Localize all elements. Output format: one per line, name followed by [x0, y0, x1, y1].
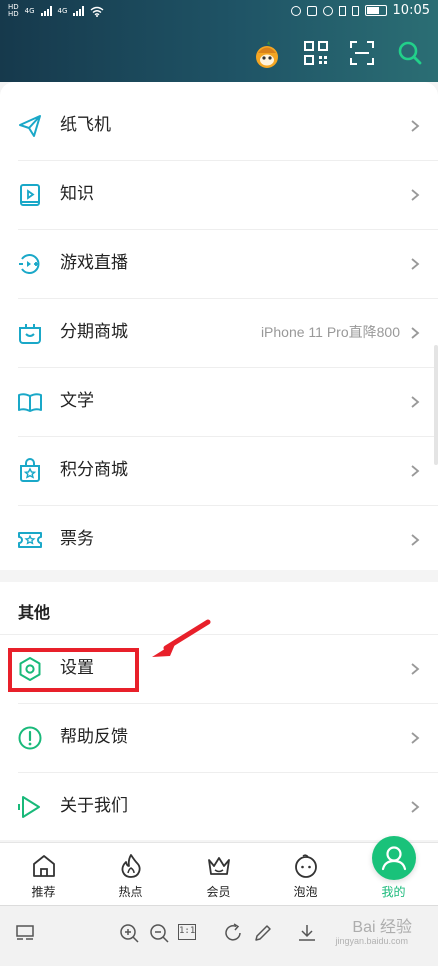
tab-mine-button[interactable]: [372, 836, 416, 880]
tab-label: 泡泡: [293, 885, 318, 899]
chevron-right-icon: [411, 189, 420, 201]
watermark-text: Bai 经验: [352, 919, 412, 936]
app-header: HD HD 4G 4G 10:05: [0, 0, 438, 82]
alarm-icon: [322, 5, 333, 16]
signal-icon: [73, 6, 85, 16]
tab-recommend[interactable]: 推荐: [0, 843, 87, 905]
menu-item-label: 分期商城: [60, 322, 128, 342]
menu-item-label: 帮助反馈: [60, 727, 128, 747]
promo-text: iPhone 11 Pro直降800: [260, 324, 400, 340]
nfc-icon: [306, 5, 317, 16]
tab-label: 我的: [381, 885, 406, 899]
bubble-face-icon: [295, 854, 317, 878]
section-title-other: 其他: [18, 603, 51, 622]
status-time: 10:05: [392, 3, 430, 18]
thumbnail-icon[interactable]: [14, 922, 36, 944]
help-icon: [18, 726, 42, 750]
hd-label: HD: [8, 10, 19, 18]
download-icon[interactable]: [296, 922, 318, 944]
chevron-right-icon: [411, 465, 420, 477]
status-bar: HD HD 4G 4G 10:05: [0, 0, 438, 24]
battery-icon: [364, 5, 387, 16]
qr-code-icon[interactable]: [303, 40, 329, 66]
about-icon: [18, 796, 40, 818]
chevron-right-icon: [411, 663, 420, 675]
flame-icon: [121, 854, 141, 878]
literature-book-icon: [18, 393, 42, 412]
menu-item-label: 知识: [60, 184, 94, 204]
knowledge-book-icon: [20, 184, 40, 206]
watermark-subtext: jingyan.baidu.com: [335, 936, 408, 946]
sim2-label: 4G: [57, 6, 68, 15]
menu-item-label: 关于我们: [60, 796, 128, 816]
menu-item-about[interactable]: 关于我们: [0, 772, 438, 841]
tab-label: 推荐: [31, 885, 56, 899]
points-mall-icon: [20, 458, 40, 482]
sim1-label: 4G: [24, 6, 35, 15]
rotate-icon[interactable]: [222, 922, 244, 944]
ticket-icon: [18, 532, 42, 548]
annotation-highlight-box: [8, 648, 139, 692]
avatar-icon[interactable]: [252, 40, 282, 70]
menu-item-game-live[interactable]: 游戏直播: [0, 229, 438, 298]
chevron-right-icon: [411, 801, 420, 813]
chevron-right-icon: [411, 120, 420, 132]
actual-size-icon[interactable]: 1:1: [178, 924, 196, 940]
paper-plane-icon: [19, 115, 41, 137]
bluetooth-icon: [338, 5, 346, 16]
menu-item-label: 票务: [60, 529, 94, 549]
menu-item-tickets[interactable]: 票务: [0, 505, 438, 574]
scan-icon[interactable]: [349, 40, 375, 66]
chevron-right-icon: [411, 396, 420, 408]
headset-icon: [290, 5, 301, 16]
menu-item-label: 纸飞机: [60, 115, 111, 135]
edit-icon[interactable]: [252, 922, 274, 944]
menu-item-literature[interactable]: 文学: [0, 367, 438, 436]
hd-indicator: HD HD: [8, 4, 19, 18]
crown-icon: [208, 857, 230, 875]
chevron-right-icon: [411, 534, 420, 546]
tab-label: 热点: [118, 885, 143, 899]
vibrate-icon: [351, 5, 359, 16]
wifi-icon: [90, 6, 104, 17]
scrollbar[interactable]: [434, 345, 438, 465]
tab-hot[interactable]: 热点: [87, 843, 174, 905]
game-live-icon: [19, 254, 40, 274]
menu-item-installment-mall[interactable]: 分期商城 iPhone 11 Pro直降800: [0, 298, 438, 367]
menu-item-paper-plane[interactable]: 纸飞机: [0, 91, 438, 160]
zoom-out-icon[interactable]: [148, 922, 170, 944]
tab-label: 会员: [206, 885, 231, 899]
menu-item-label: 积分商城: [60, 460, 128, 480]
menu-item-knowledge[interactable]: 知识: [0, 160, 438, 229]
search-icon[interactable]: [397, 40, 423, 66]
menu-item-help[interactable]: 帮助反馈: [0, 703, 438, 772]
chevron-right-icon: [411, 258, 420, 270]
menu-item-label: 文学: [60, 391, 94, 411]
tab-vip[interactable]: 会员: [175, 843, 262, 905]
tab-bubble[interactable]: 泡泡: [262, 843, 349, 905]
annotation-arrow-icon: [152, 619, 211, 657]
menu-item-points-mall[interactable]: 积分商城: [0, 436, 438, 505]
chevron-right-icon: [411, 327, 420, 339]
profile-icon: [381, 846, 407, 871]
home-icon: [33, 855, 55, 877]
menu-item-label: 游戏直播: [60, 253, 128, 273]
chevron-right-icon: [411, 732, 420, 744]
signal-icon: [40, 6, 52, 16]
installment-mall-icon: [19, 324, 41, 344]
zoom-in-icon[interactable]: [118, 922, 140, 944]
